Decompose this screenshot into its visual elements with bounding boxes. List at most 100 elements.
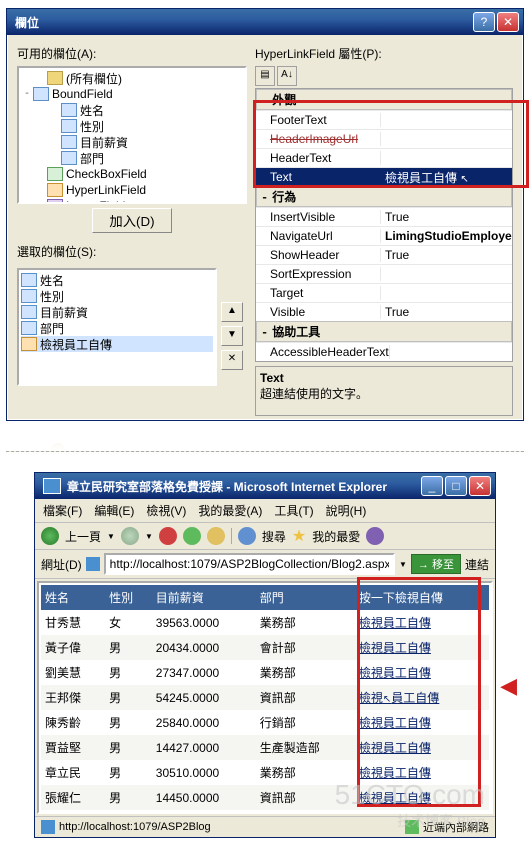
propgrid-category[interactable]: -行為 <box>256 186 512 207</box>
status-bar: http://localhost:1079/ASP2Blog 近端內部網路 <box>35 816 495 837</box>
address-input[interactable] <box>104 553 395 575</box>
menu-item[interactable]: 檔案(F) <box>43 502 82 519</box>
stop-button[interactable] <box>159 527 177 545</box>
help-button[interactable]: ? <box>473 12 495 32</box>
status-text: http://localhost:1079/ASP2Blog <box>59 821 405 833</box>
propgrid-row[interactable]: FooterText <box>256 110 512 129</box>
column-header: 姓名 <box>41 585 105 610</box>
menu-item[interactable]: 編輯(E) <box>94 502 134 519</box>
fields-dialog: 欄位 ? ✕ 可用的欄位(A): (所有欄位)-BoundField 姓名 性別… <box>6 8 524 421</box>
menu-item[interactable]: 工具(T) <box>274 502 313 519</box>
links-label[interactable]: 連結 <box>465 556 489 573</box>
available-fields-label: 可用的欄位(A): <box>17 45 247 62</box>
propgrid-row[interactable]: NavigateUrlLimingStudioEmploye <box>256 226 512 245</box>
list-item[interactable]: 目前薪資 <box>21 304 213 320</box>
zone-text: 近端內部網路 <box>423 819 489 835</box>
ie-icon <box>43 478 61 494</box>
selected-fields-label: 選取的欄位(S): <box>17 243 247 260</box>
tree-item[interactable]: -BoundField <box>21 86 243 102</box>
list-item[interactable]: 姓名 <box>21 272 213 288</box>
table-row: 陳秀齡男25840.0000行銷部檢視員工自傳 <box>41 710 489 735</box>
home-button[interactable] <box>207 527 225 545</box>
propgrid-category[interactable]: -外觀 <box>256 89 512 110</box>
view-resume-link[interactable]: 檢視員工自傳 <box>359 791 431 805</box>
view-resume-link[interactable]: 檢視員工自傳 <box>359 766 431 780</box>
properties-label: HyperLinkField 屬性(P): <box>255 45 513 62</box>
propgrid-row[interactable]: HeaderText <box>256 148 512 167</box>
view-resume-link[interactable]: 檢視員工自傳 <box>359 641 431 655</box>
alphabetical-button[interactable]: A↓ <box>277 66 297 86</box>
propgrid-row[interactable]: AccessibleHeaderText <box>256 342 512 361</box>
zone-icon <box>405 820 419 834</box>
column-header: 性別 <box>105 585 152 610</box>
tree-item[interactable]: 性別 <box>49 118 243 134</box>
list-item[interactable]: 部門 <box>21 320 213 336</box>
reorder-buttons: ▲ ▼ ✕ <box>217 286 247 386</box>
propgrid-toolbar: ▤ A↓ <box>255 66 513 86</box>
dialog-titlebar[interactable]: 欄位 ? ✕ <box>7 9 523 35</box>
propgrid-row[interactable]: HeaderImageUrl <box>256 129 512 148</box>
tree-item[interactable]: HyperLinkField <box>35 182 243 198</box>
propgrid-row[interactable]: SortExpression <box>256 264 512 283</box>
favorites-label[interactable]: 我的最愛 <box>312 528 360 545</box>
tree-item[interactable]: 目前薪資 <box>49 134 243 150</box>
list-item[interactable]: 性別 <box>21 288 213 304</box>
torn-edge <box>6 421 524 452</box>
menu-item[interactable]: 我的最愛(A) <box>198 502 262 519</box>
view-resume-link[interactable]: 檢視員工自傳 <box>359 666 431 680</box>
categorized-button[interactable]: ▤ <box>255 66 275 86</box>
table-row: 賈益堅男14427.0000生產製造部檢視員工自傳 <box>41 735 489 760</box>
ie-browser-window: 章立民研究室部落格免費授課 - Microsoft Internet Explo… <box>34 472 496 838</box>
tree-item[interactable]: 部門 <box>49 150 243 166</box>
refresh-button[interactable] <box>183 527 201 545</box>
back-label[interactable]: 上一頁 <box>65 528 101 545</box>
available-fields-tree[interactable]: (所有欄位)-BoundField 姓名 性別 目前薪資 部門 CheckBox… <box>17 66 247 204</box>
selected-fields-list[interactable]: 姓名性別目前薪資部門檢視員工自傳 <box>17 268 217 386</box>
minimize-button[interactable]: _ <box>421 476 443 496</box>
menubar[interactable]: 檔案(F) 編輯(E) 檢視(V) 我的最愛(A) 工具(T) 說明(H) <box>35 499 495 523</box>
search-label[interactable]: 搜尋 <box>262 528 286 545</box>
view-resume-link[interactable]: 檢視員工自傳 <box>359 616 431 630</box>
annotation-arrow: ◀ <box>500 673 517 699</box>
move-up-button[interactable]: ▲ <box>221 302 243 322</box>
menu-item[interactable]: 說明(H) <box>326 502 367 519</box>
dialog-title: 欄位 <box>15 14 471 31</box>
browser-titlebar[interactable]: 章立民研究室部落格免費授課 - Microsoft Internet Explo… <box>35 473 495 499</box>
view-resume-link[interactable]: 檢視員工自傳 <box>359 716 431 730</box>
tree-item[interactable]: ImageField <box>35 198 243 204</box>
tree-item[interactable]: CheckBoxField <box>35 166 243 182</box>
forward-button[interactable] <box>121 527 139 545</box>
table-row: 張耀仁男14450.0000資訊部檢視員工自傳 <box>41 785 489 810</box>
tree-item[interactable]: (所有欄位) <box>35 70 243 86</box>
propgrid-category[interactable]: -協助工具 <box>256 321 512 342</box>
search-icon[interactable] <box>238 527 256 545</box>
menu-item[interactable]: 檢視(V) <box>146 502 186 519</box>
go-button[interactable]: → 移至 <box>411 554 461 574</box>
address-label: 網址(D) <box>41 556 82 573</box>
move-down-button[interactable]: ▼ <box>221 326 243 346</box>
favorites-icon[interactable]: ★ <box>292 526 306 546</box>
page-icon <box>41 820 55 834</box>
column-header: 目前薪資 <box>152 585 256 610</box>
add-button[interactable]: 加入(D) <box>92 208 171 233</box>
propgrid-row[interactable]: Text檢視員工自傳 ↖ <box>256 167 512 186</box>
propgrid-row[interactable]: InsertVisibleTrue <box>256 207 512 226</box>
delete-button[interactable]: ✕ <box>221 350 243 370</box>
help-desc: 超連結使用的文字。 <box>260 387 368 401</box>
propgrid-help: Text 超連結使用的文字。 <box>255 366 513 416</box>
propgrid-row[interactable]: Target <box>256 283 512 302</box>
maximize-button[interactable]: □ <box>445 476 467 496</box>
table-row: 黃子偉男20434.0000會計部檢視員工自傳 <box>41 635 489 660</box>
property-grid[interactable]: -外觀 FooterTextHeaderImageUrlHeaderTextTe… <box>255 88 513 362</box>
propgrid-row[interactable]: VisibleTrue <box>256 302 512 321</box>
address-bar: 網址(D) ▼ → 移至 連結 <box>35 550 495 579</box>
view-resume-link[interactable]: 檢視↖員工自傳 <box>359 691 439 705</box>
tree-item[interactable]: 姓名 <box>49 102 243 118</box>
browser-close-button[interactable]: ✕ <box>469 476 491 496</box>
close-button[interactable]: ✕ <box>497 12 519 32</box>
back-button[interactable] <box>41 527 59 545</box>
history-button[interactable] <box>366 527 384 545</box>
propgrid-row[interactable]: ShowHeaderTrue <box>256 245 512 264</box>
view-resume-link[interactable]: 檢視員工自傳 <box>359 741 431 755</box>
list-item[interactable]: 檢視員工自傳 <box>21 336 213 352</box>
